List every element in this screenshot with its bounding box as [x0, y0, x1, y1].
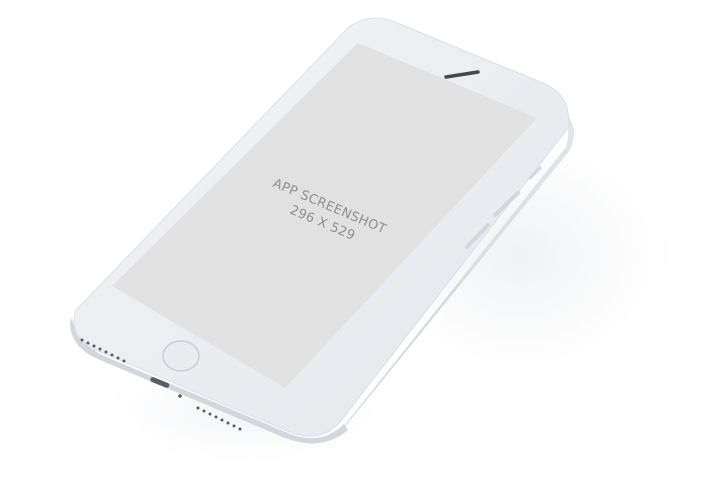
screw-icon	[178, 394, 182, 398]
phone-mockup-illustration: APP SCREENSHOT 296 X 529	[70, 17, 690, 470]
mockup-stage: APP SCREENSHOT 296 X 529	[0, 0, 709, 490]
home-button-icon[interactable]	[162, 340, 200, 372]
